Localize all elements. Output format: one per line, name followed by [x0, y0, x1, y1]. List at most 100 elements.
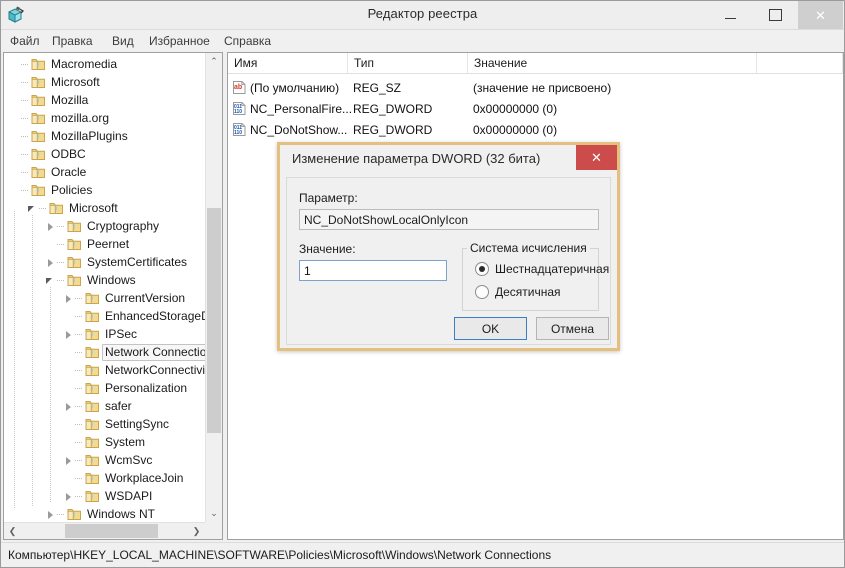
tree-item[interactable]: CurrentVersion	[4, 289, 207, 307]
tree-item[interactable]: Oracle	[4, 163, 207, 181]
maximize-button[interactable]	[753, 1, 798, 29]
value-row[interactable]: 011 110 NC_DoNotShow... REG_DWORD 0x00000000…	[228, 120, 843, 140]
title-bar: Редактор реестра ✕	[1, 1, 844, 30]
value-data: 0x00000000 (0)	[473, 102, 558, 116]
tree-item[interactable]: NetworkConnectivityStatus	[4, 361, 207, 379]
tree-vscroll-thumb[interactable]	[207, 208, 221, 433]
tree-item-label: SystemCertificates	[87, 254, 188, 269]
tree-item[interactable]: Windows	[4, 271, 207, 289]
collapse-arrow-icon[interactable]	[26, 202, 39, 215]
expand-arrow-icon[interactable]	[44, 508, 57, 521]
tree-item[interactable]: Macromedia	[4, 55, 207, 73]
tree-item[interactable]: SystemCertificates	[4, 253, 207, 271]
tree-arrow-placeholder	[62, 364, 75, 377]
radio-decimal[interactable]: Десятичная	[475, 285, 561, 299]
column-header[interactable]: Тип	[348, 53, 468, 73]
tree-vertical-scrollbar[interactable]: ⌃ ⌄	[205, 53, 222, 522]
scroll-left-icon[interactable]: ❮	[4, 523, 21, 539]
expand-arrow-icon[interactable]	[62, 292, 75, 305]
value-data-input[interactable]: 1	[299, 260, 447, 281]
scroll-up-icon[interactable]: ⌃	[206, 53, 222, 70]
expand-arrow-icon[interactable]	[62, 328, 75, 341]
tree-arrow-placeholder	[8, 58, 21, 71]
tree-item-label: Oracle	[51, 164, 87, 179]
registry-tree[interactable]: Macromedia Microsoft Mozilla mozilla.org Moz…	[4, 53, 207, 521]
tree-item[interactable]: Network Connections	[4, 343, 207, 361]
tree-item[interactable]: safer	[4, 397, 207, 415]
tree-item[interactable]: ODBC	[4, 145, 207, 163]
tree-item[interactable]: mozilla.org	[4, 109, 207, 127]
tree-arrow-placeholder	[62, 418, 75, 431]
value-row[interactable]: ab (По умолчанию) REG_SZ (значение не присв…	[228, 78, 843, 98]
folder-icon	[66, 219, 82, 233]
column-header[interactable]: Значение	[468, 53, 757, 73]
ok-button[interactable]: OK	[454, 317, 527, 340]
tree-item[interactable]: Mozilla	[4, 91, 207, 109]
cancel-button[interactable]: Отмена	[536, 317, 609, 340]
folder-icon	[84, 345, 100, 359]
menu-favorites[interactable]: Избранное	[144, 33, 215, 49]
binary-value-icon: 011 110	[232, 122, 247, 137]
expand-arrow-icon[interactable]	[62, 400, 75, 413]
tree-hscroll-thumb[interactable]	[65, 524, 158, 538]
tree-connector	[57, 274, 66, 287]
tree-item-label: Policies	[51, 182, 93, 197]
tree-item[interactable]: Windows NT	[4, 505, 207, 521]
folder-icon	[66, 255, 82, 269]
menu-edit[interactable]: Правка	[47, 33, 98, 49]
minimize-button[interactable]	[708, 1, 753, 29]
menu-file[interactable]: Файл	[5, 33, 45, 49]
param-name-label: Параметр:	[299, 191, 358, 205]
tree-connector	[57, 220, 66, 233]
tree-item[interactable]: Policies	[4, 181, 207, 199]
tree-item[interactable]: Personalization	[4, 379, 207, 397]
tree-item-label: mozilla.org	[51, 110, 110, 125]
tree-item[interactable]: SettingSync	[4, 415, 207, 433]
tree-item[interactable]: Microsoft	[4, 199, 207, 217]
param-name-input[interactable]: NC_DoNotShowLocalOnlyIcon	[299, 209, 599, 230]
tree-item-label: Network Connections	[102, 343, 207, 361]
menu-view[interactable]: Вид	[107, 33, 139, 49]
close-button[interactable]: ✕	[798, 1, 843, 29]
tree-item[interactable]: WcmSvc	[4, 451, 207, 469]
tree-item[interactable]: IPSec	[4, 325, 207, 343]
tree-item[interactable]: Cryptography	[4, 217, 207, 235]
folder-icon	[84, 363, 100, 377]
scroll-right-icon[interactable]: ❯	[188, 523, 205, 539]
expand-arrow-icon[interactable]	[62, 490, 75, 503]
column-header[interactable]: Имя	[228, 53, 348, 73]
tree-item[interactable]: Microsoft	[4, 73, 207, 91]
scroll-down-icon[interactable]: ⌄	[206, 505, 222, 522]
dialog-close-button[interactable]: ✕	[576, 145, 617, 170]
value-name: NC_DoNotShow...	[250, 123, 348, 137]
tree-item[interactable]: WSDAPI	[4, 487, 207, 505]
registry-tree-panel[interactable]: Macromedia Microsoft Mozilla mozilla.org Moz…	[3, 52, 223, 540]
column-header[interactable]	[757, 53, 843, 73]
tree-item[interactable]: System	[4, 433, 207, 451]
menu-help[interactable]: Справка	[219, 33, 276, 49]
tree-item[interactable]: Peernet	[4, 235, 207, 253]
expand-arrow-icon[interactable]	[44, 256, 57, 269]
value-row[interactable]: 011 110 NC_PersonalFire... REG_DWORD 0x00000…	[228, 99, 843, 119]
status-bar: Компьютер\HKEY_LOCAL_MACHINE\SOFTWARE\Po…	[1, 542, 844, 567]
expand-arrow-icon[interactable]	[62, 454, 75, 467]
collapse-arrow-icon[interactable]	[44, 274, 57, 287]
expand-arrow-icon[interactable]	[44, 220, 57, 233]
folder-icon	[66, 507, 82, 521]
tree-arrow-placeholder	[44, 238, 57, 251]
tree-arrow-placeholder	[62, 472, 75, 485]
tree-connector	[57, 238, 66, 251]
folder-icon	[30, 183, 46, 197]
folder-icon	[30, 129, 46, 143]
tree-item[interactable]: EnhancedStorageDevices	[4, 307, 207, 325]
tree-item-label: Peernet	[87, 236, 130, 251]
tree-horizontal-scrollbar[interactable]: ❮ ❯	[4, 522, 222, 539]
tree-item[interactable]: WorkplaceJoin	[4, 469, 207, 487]
tree-item[interactable]: MozillaPlugins	[4, 127, 207, 145]
radio-hexadecimal[interactable]: Шестнадцатеричная	[475, 262, 609, 276]
